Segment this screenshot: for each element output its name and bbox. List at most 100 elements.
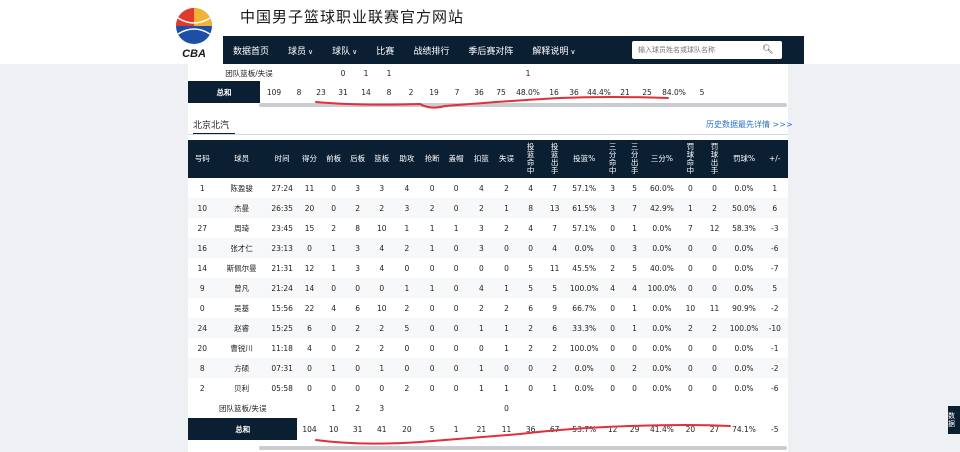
column-header[interactable]: 篮板 (369, 140, 394, 178)
table-cell: 0 (321, 318, 346, 338)
table-cell: 15:56 (271, 303, 293, 313)
nav-item-label: 球队 (332, 46, 351, 57)
table-cell: 4 (468, 278, 495, 298)
table-cell: 12 (601, 418, 624, 440)
table-cell: 1 (678, 198, 703, 218)
table-cell (690, 65, 714, 81)
table-cell: 05:58 (271, 383, 293, 393)
column-header[interactable]: 前板 (321, 140, 346, 178)
table-cell: 8 (296, 87, 302, 97)
nav-item-5[interactable]: 季后赛对阵 (468, 44, 513, 57)
nav-item-3[interactable]: 比赛 (376, 44, 394, 57)
table-cell (544, 65, 564, 81)
column-header[interactable]: 助攻 (393, 140, 421, 178)
table-cell: 0.0% (734, 383, 754, 393)
table-cell: 3 (369, 398, 394, 418)
column-header[interactable]: 三分命中 (601, 140, 624, 178)
column-header[interactable]: 投篮出手 (542, 140, 567, 178)
upper-table-scrollbar[interactable] (259, 103, 787, 107)
table-cell: 8 (355, 223, 361, 233)
chevron-down-icon: ∨ (352, 47, 358, 56)
table-cell: -5 (761, 418, 788, 440)
column-header[interactable]: 扣篮 (468, 140, 495, 178)
column-header[interactable]: 投篮% (566, 140, 602, 178)
nav-item-1[interactable]: 球员 ∨ (288, 44, 313, 57)
table-cell: 31 (338, 87, 348, 97)
column-header[interactable]: 罚球命中 (678, 140, 703, 178)
table-cell: 5 (518, 278, 543, 298)
table-cell: 1 (429, 223, 435, 233)
column-header[interactable]: 罚球% (726, 140, 762, 178)
table-cell: 0 (678, 278, 703, 298)
player-name[interactable]: 杰曼 (216, 198, 267, 218)
player-name[interactable]: 斯佩尔曼 (216, 258, 266, 278)
nav-item-2[interactable]: 球队 ∨ (332, 44, 357, 57)
cba-logo[interactable]: CBA (168, 4, 220, 62)
player-name[interactable]: 周琦 (216, 218, 266, 238)
player-name[interactable]: 陈盈骏 (216, 178, 266, 198)
table-cell: 21 (620, 87, 630, 97)
table-cell: 0 (702, 358, 727, 378)
table-cell: 1 (468, 318, 495, 338)
column-header[interactable]: 三分出手 (623, 140, 646, 178)
player-name[interactable]: 吴基 (216, 298, 266, 318)
column-header[interactable]: 球员 (216, 140, 267, 178)
table-cell: 0 (678, 238, 703, 258)
table-cell: 0 (444, 198, 469, 218)
table-cell: 48.0% (516, 87, 540, 97)
column-header[interactable]: 抢断 (420, 140, 445, 178)
player-name[interactable]: 曹锐川 (216, 338, 266, 358)
table-cell: 7 (552, 183, 558, 193)
column-header[interactable]: 得分 (297, 140, 322, 178)
column-header[interactable]: 投篮命中 (518, 140, 543, 178)
table-cell: -7 (771, 263, 779, 273)
table-cell: 0 (429, 303, 435, 313)
column-header[interactable]: 失误 (494, 140, 519, 178)
search-input[interactable] (632, 46, 760, 54)
search-icon[interactable]: 🔍︎ (762, 45, 773, 55)
table-cell: 2 (369, 318, 394, 338)
table-cell: 4 (542, 238, 567, 258)
column-header[interactable]: 罚球出手 (702, 140, 727, 178)
table-cell: 100.0% (569, 343, 599, 353)
table-cell: 1 (321, 238, 346, 258)
nav-item-0[interactable]: 数据首页 (233, 44, 269, 57)
table-cell (468, 65, 490, 81)
column-header[interactable]: 三分% (645, 140, 679, 178)
table-cell: 0 (688, 343, 693, 353)
nav-item-6[interactable]: 解释说明 ∨ (532, 44, 575, 57)
table-cell: 9 (552, 303, 558, 313)
column-header[interactable]: +/- (761, 140, 788, 178)
table-cell (566, 398, 602, 418)
table-cell: 1 (321, 358, 346, 378)
side-float-tab[interactable]: 数据 (948, 406, 960, 434)
lower-table-scrollbar[interactable] (259, 446, 787, 450)
history-data-link[interactable]: 历史数据最先详情 >>> (706, 119, 793, 130)
player-name[interactable]: 方硕 (216, 358, 267, 378)
table-cell: 1 (623, 318, 646, 338)
table-cell: 0 (518, 358, 543, 378)
table-cell: 2 (504, 183, 509, 193)
table-cell: 11:18 (271, 343, 293, 353)
column-header[interactable]: 号码 (188, 140, 217, 178)
table-cell: 0.0% (652, 223, 672, 233)
table-cell: 2 (404, 303, 410, 313)
table-cell: 3 (610, 183, 616, 193)
table-cell: 2 (528, 343, 533, 353)
table-cell: 0.0% (726, 278, 762, 298)
search-box: 🔍︎ (632, 41, 782, 59)
upper-stats-table: 团队篮板/失误 0 1 1 1 总和 109 8 23 31 14 8 2 19 7 36 75 48.0% 16 3… (188, 65, 788, 103)
table-cell: 0 (444, 358, 469, 378)
player-name[interactable]: 张才仁 (216, 238, 267, 258)
nav-item-4[interactable]: 战绩排行 (413, 44, 449, 57)
table-cell: 4 (528, 223, 533, 233)
column-header[interactable]: 时间 (266, 140, 298, 178)
column-header[interactable]: 后板 (345, 140, 370, 178)
column-header[interactable]: 盖帽 (444, 140, 469, 178)
player-name[interactable]: 曾凡 (216, 278, 267, 298)
player-name[interactable]: 贝利 (216, 378, 266, 398)
player-name[interactable]: 赵睿 (216, 318, 267, 338)
table-cell: 1 (478, 383, 484, 393)
table-cell: 2 (542, 358, 567, 378)
table-cell: 1 (321, 398, 346, 418)
